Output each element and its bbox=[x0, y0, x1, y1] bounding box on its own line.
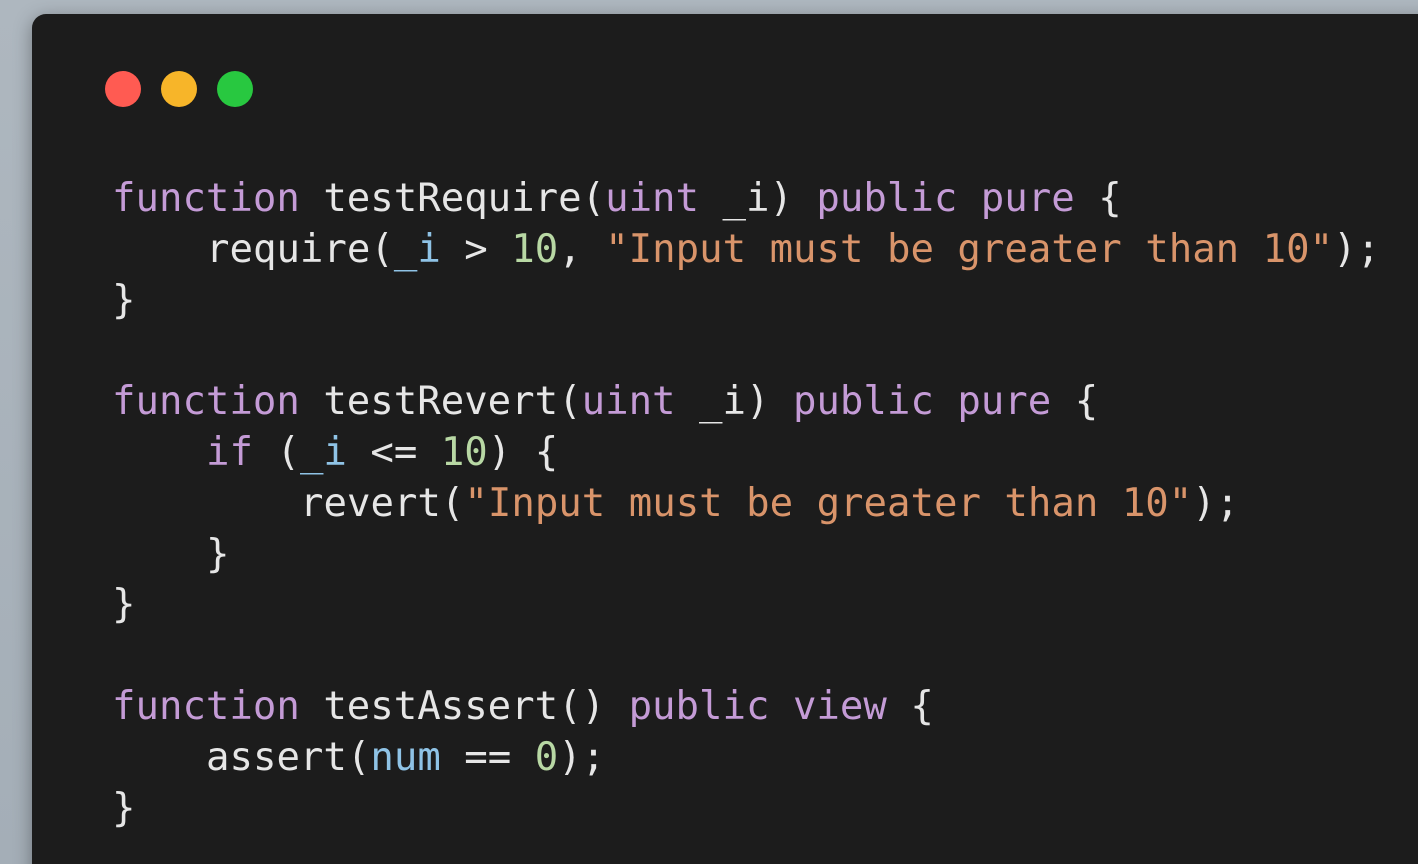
comma: , bbox=[558, 226, 606, 272]
brace-close: } bbox=[112, 582, 136, 628]
operator: == bbox=[440, 734, 535, 780]
code-line-13: } bbox=[112, 784, 1380, 835]
keyword-function: function bbox=[112, 683, 300, 729]
brace-open: { bbox=[1074, 176, 1122, 221]
paren-open: ( bbox=[252, 429, 300, 475]
function-name: testAssert() bbox=[299, 683, 629, 729]
keyword-pure: pure bbox=[957, 379, 1052, 425]
number-literal: 10 bbox=[440, 429, 488, 475]
code-line-1: function testRequire(uint _i) public pur… bbox=[112, 174, 1380, 225]
operator: > bbox=[440, 226, 512, 272]
code-window: function testRequire(uint _i) public pur… bbox=[32, 14, 1418, 864]
call-require: require( bbox=[206, 226, 394, 272]
keyword-public: public bbox=[792, 379, 934, 425]
code-line-8: } bbox=[112, 530, 1380, 581]
string-literal: "Input must be greater than 10" bbox=[605, 226, 1334, 272]
number-literal: 0 bbox=[534, 734, 559, 780]
code-line-6: if (_i <= 10) { bbox=[112, 428, 1380, 479]
call-assert: assert( bbox=[206, 734, 371, 780]
code-block: function testRequire(uint _i) public pur… bbox=[112, 174, 1380, 834]
keyword-function: function bbox=[112, 379, 300, 425]
code-line-7: revert("Input must be greater than 10"); bbox=[112, 479, 1380, 530]
code-line-12: assert(num == 0); bbox=[112, 733, 1380, 784]
operator: <= bbox=[346, 429, 441, 475]
keyword-uint: uint bbox=[581, 379, 676, 425]
paren-close: ) { bbox=[487, 429, 559, 475]
variable-i: _i bbox=[393, 226, 441, 272]
string-literal: "Input must be greater than 10" bbox=[464, 480, 1193, 526]
if-brace-close: } bbox=[206, 531, 230, 577]
keyword-uint: uint bbox=[605, 176, 700, 221]
keyword-view: view bbox=[792, 683, 887, 729]
number-literal: 10 bbox=[511, 226, 559, 272]
call-close: ); bbox=[1333, 226, 1381, 272]
call-revert: revert( bbox=[300, 480, 465, 526]
brace-close: } bbox=[112, 277, 136, 323]
minimize-window-icon[interactable] bbox=[161, 71, 197, 107]
background: function testRequire(uint _i) public pur… bbox=[0, 0, 1418, 864]
keyword-public: public bbox=[628, 683, 770, 729]
maximize-window-icon[interactable] bbox=[217, 71, 253, 107]
code-line-5: function testRevert(uint _i) public pure… bbox=[112, 377, 1380, 428]
code-line-11: function testAssert() public view { bbox=[112, 682, 1380, 733]
keyword-public: public bbox=[816, 176, 958, 221]
variable-num: num bbox=[370, 734, 441, 780]
function-name: testRevert( bbox=[299, 379, 582, 425]
keyword-if: if bbox=[206, 429, 253, 475]
code-line-9: } bbox=[112, 580, 1380, 631]
keyword-pure: pure bbox=[980, 176, 1075, 221]
parameter: _i) bbox=[699, 176, 817, 221]
keyword-function: function bbox=[112, 176, 300, 221]
function-name: testRequire( bbox=[299, 176, 606, 221]
call-close: ); bbox=[1192, 480, 1240, 526]
close-window-icon[interactable] bbox=[105, 71, 141, 107]
code-line-4-blank bbox=[112, 326, 1380, 377]
brace-open: { bbox=[1051, 379, 1099, 425]
code-line-10-blank bbox=[112, 631, 1380, 682]
parameter: _i) bbox=[675, 379, 793, 425]
call-close: ); bbox=[558, 734, 606, 780]
code-line-2: require(_i > 10, "Input must be greater … bbox=[112, 225, 1380, 276]
code-line-3: } bbox=[112, 276, 1380, 327]
brace-open: { bbox=[886, 683, 934, 729]
variable-i: _i bbox=[299, 429, 347, 475]
brace-close: } bbox=[112, 785, 136, 831]
